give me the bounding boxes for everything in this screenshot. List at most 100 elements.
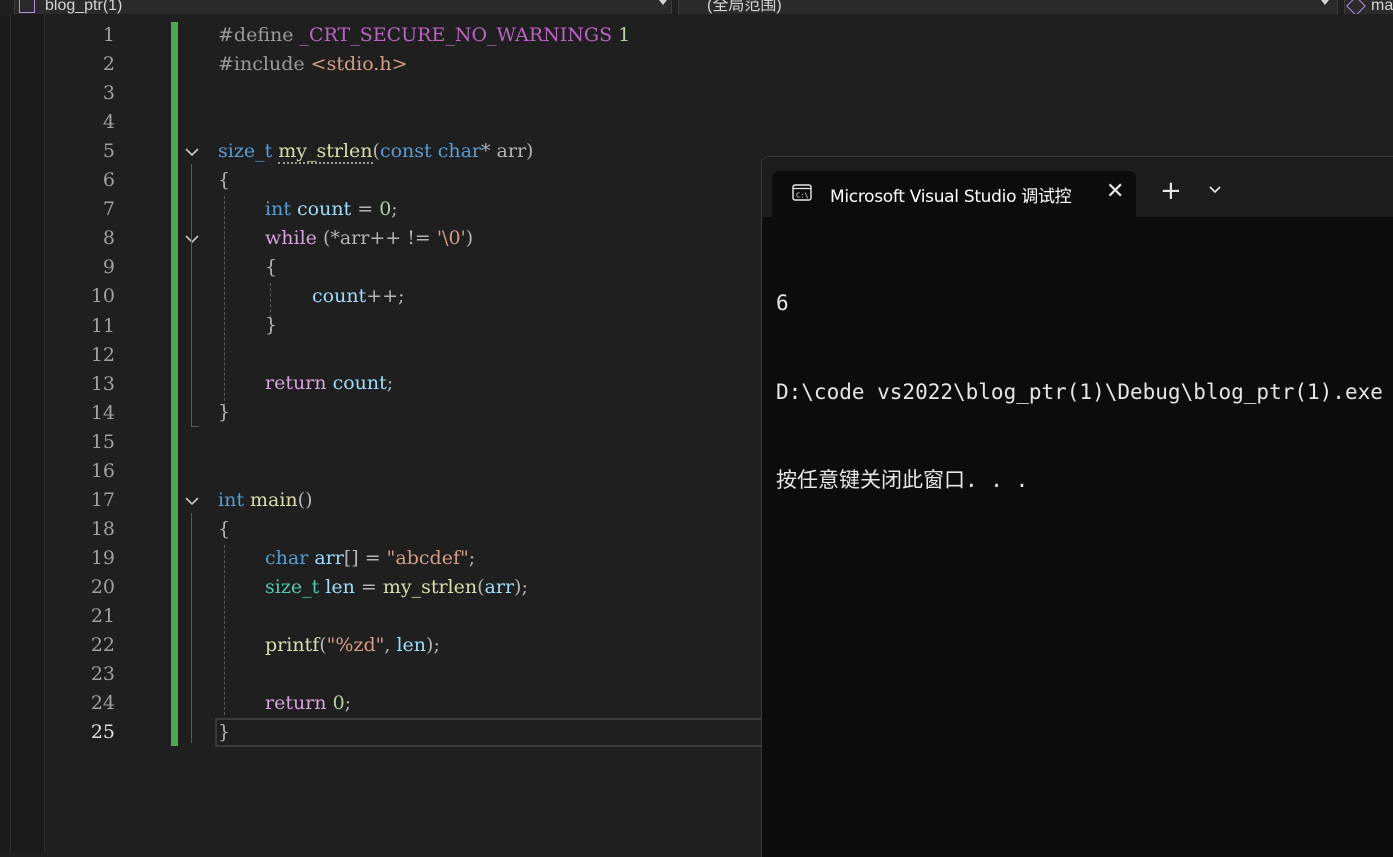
- close-brace: }: [265, 314, 278, 336]
- argument: len: [396, 634, 427, 656]
- navigation-bar: blog_ptr(1) (全局范围) ma: [0, 0, 1393, 14]
- open-brace: {: [218, 169, 231, 191]
- line-number: 10: [90, 285, 115, 308]
- string-literal: "abcdef": [386, 547, 469, 569]
- line-number: 20: [90, 575, 115, 598]
- scope-dropdown[interactable]: (全局范围): [678, 0, 1338, 14]
- while-keyword: while: [265, 227, 317, 249]
- fold-chevron-icon[interactable]: [184, 493, 200, 509]
- current-line-highlight: [215, 718, 777, 747]
- code-line-10[interactable]: count++;: [312, 282, 404, 311]
- code-line-22[interactable]: printf("%zd", len);: [265, 631, 440, 660]
- condition: (*arr++ !=: [316, 227, 437, 249]
- fold-chevron-icon[interactable]: [184, 231, 200, 247]
- line-number: 3: [102, 82, 115, 105]
- line-number: 15: [90, 430, 115, 453]
- line-number: 7: [102, 198, 115, 221]
- fold-chevron-icon[interactable]: [184, 144, 200, 160]
- line-number: 4: [102, 111, 115, 134]
- close-brace: }: [218, 721, 231, 743]
- new-tab-button[interactable]: +: [1160, 177, 1182, 205]
- code-line-7[interactable]: int count = 0;: [265, 195, 398, 224]
- close-paren: );: [426, 634, 440, 656]
- code-line-2[interactable]: #include <stdio.h>: [218, 50, 408, 79]
- console-tab[interactable]: C:\ Microsoft Visual Studio 调试控 ✕: [772, 171, 1136, 217]
- line-number: 6: [102, 169, 115, 192]
- brackets-assign: [] =: [343, 547, 387, 569]
- function-name: my_strlen: [278, 140, 373, 164]
- output-line: D:\code vs2022\blog_ptr(1)\Debug\blog_pt…: [776, 379, 1383, 404]
- console-tab-title: Microsoft Visual Studio 调试控: [830, 187, 1072, 207]
- change-tracking-bar: [171, 22, 178, 746]
- line-number: 25: [90, 721, 115, 744]
- line-number: 21: [90, 605, 115, 627]
- code-line-25[interactable]: }: [218, 718, 230, 747]
- code-line-9[interactable]: {: [265, 253, 277, 282]
- variable: count: [312, 285, 367, 307]
- console-icon: C:\: [792, 184, 812, 201]
- line-number: 12: [90, 343, 115, 366]
- member-dropdown[interactable]: ma: [1344, 0, 1393, 14]
- code-line-1[interactable]: #define _CRT_SECURE_NO_WARNINGS 1: [218, 21, 630, 50]
- open-paren: (: [319, 634, 327, 656]
- code-line-14[interactable]: }: [218, 398, 230, 427]
- line-number: 14: [90, 401, 115, 424]
- operator: =: [354, 576, 383, 598]
- close-brace: }: [218, 401, 231, 423]
- project-dropdown[interactable]: blog_ptr(1): [14, 0, 672, 14]
- member-icon: [1346, 0, 1366, 14]
- type-name: size_t: [265, 576, 320, 598]
- char-literal: '\0': [436, 227, 466, 249]
- line-number: 18: [90, 517, 115, 540]
- code-line-18[interactable]: {: [218, 515, 230, 544]
- line-number: 16: [90, 459, 115, 482]
- format-string: "%zd": [326, 634, 385, 656]
- number-literal: 0: [332, 692, 345, 714]
- variable: arr: [314, 547, 344, 569]
- code-line-17[interactable]: int main(): [218, 486, 313, 515]
- code-line-19[interactable]: char arr[] = "abcdef";: [265, 544, 475, 573]
- function-call: printf: [265, 634, 320, 656]
- code-line-8[interactable]: while (*arr++ != '\0'): [265, 224, 473, 253]
- console-tab-bar: C:\ Microsoft Visual Studio 调试控 ✕ +: [762, 157, 1393, 217]
- line-number: 19: [90, 546, 115, 569]
- console-output: 6 D:\code vs2022\blog_ptr(1)\Debug\blog_…: [776, 230, 1383, 555]
- fold-region-line: [191, 513, 192, 743]
- semicolon: ;: [391, 198, 398, 220]
- code-line-5[interactable]: size_t my_strlen(const char* arr): [218, 137, 533, 166]
- output-line: 按任意键关闭此窗口. . .: [776, 468, 1029, 492]
- line-number: 23: [90, 663, 115, 686]
- debug-console-window[interactable]: C:\ Microsoft Visual Studio 调试控 ✕ + 6 D:…: [761, 156, 1393, 857]
- margin-divider: [10, 14, 11, 853]
- code-line-13[interactable]: return count;: [265, 369, 393, 398]
- type-keyword: char: [265, 547, 309, 569]
- variable: count: [297, 198, 352, 220]
- line-number: 5: [102, 140, 115, 163]
- preprocessor-directive: #define: [218, 24, 294, 46]
- semicolon: ;: [344, 692, 352, 714]
- fold-region-line: [191, 164, 192, 426]
- indent-guide: [224, 196, 225, 416]
- code-line-6[interactable]: {: [218, 166, 230, 195]
- argument: arr: [484, 576, 515, 598]
- variable: len: [325, 576, 355, 598]
- line-number: 1: [102, 24, 115, 46]
- output-line: 6: [776, 291, 789, 315]
- operator: =: [351, 198, 380, 220]
- const-keyword: const: [379, 140, 432, 162]
- line-number: 17: [90, 488, 115, 511]
- chevron-down-icon[interactable]: [1208, 183, 1222, 197]
- close-paren: );: [514, 576, 528, 598]
- line-number: 13: [90, 372, 115, 395]
- comma: ,: [384, 634, 397, 656]
- semicolon: ;: [386, 372, 394, 394]
- indent-guide: [224, 545, 225, 715]
- code-line-24[interactable]: return 0;: [265, 689, 351, 718]
- close-icon[interactable]: ✕: [1106, 179, 1124, 205]
- code-line-11[interactable]: }: [265, 311, 277, 340]
- project-label: blog_ptr(1): [45, 0, 123, 14]
- line-number: 22: [90, 634, 115, 657]
- code-line-20[interactable]: size_t len = my_strlen(arr);: [265, 573, 528, 602]
- include-header: <stdio.h>: [310, 53, 408, 75]
- char-keyword: char: [437, 140, 482, 162]
